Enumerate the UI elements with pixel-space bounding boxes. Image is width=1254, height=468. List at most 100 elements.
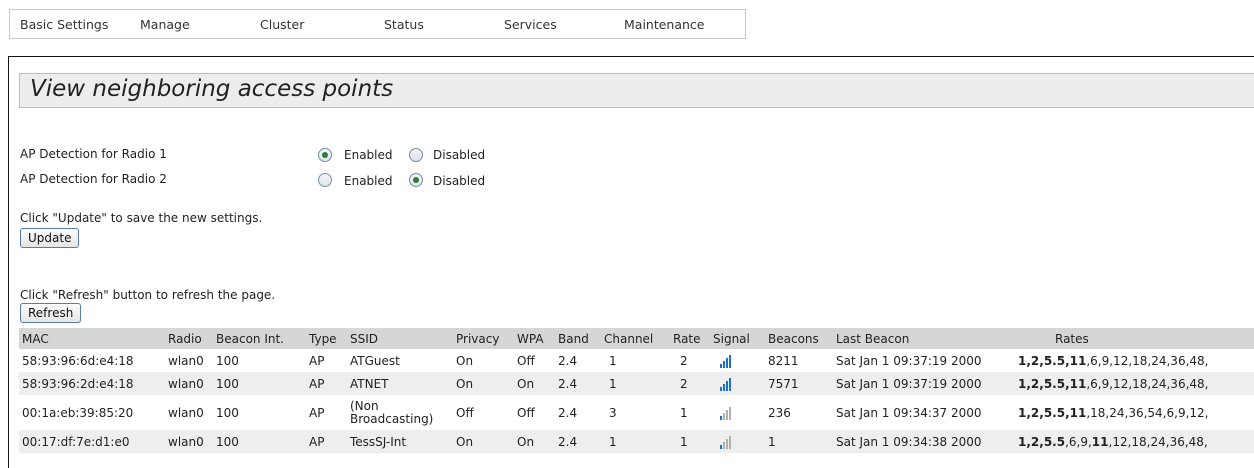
radio1-disabled-label: Disabled bbox=[433, 148, 486, 162]
cell-radio: wlan0 bbox=[168, 405, 204, 420]
cell-rate: 1 bbox=[680, 405, 688, 420]
cell-type: AP bbox=[309, 405, 325, 420]
cell-last-beacon: Sat Jan 1 09:34:38 2000 bbox=[833, 430, 1015, 453]
cell-ssid: ATNET bbox=[347, 372, 453, 395]
signal-bar bbox=[726, 438, 728, 449]
table-row: 58:93:96:2d:e4:18 wlan0 100 AP ATNET On … bbox=[19, 372, 1254, 395]
cell-type: AP bbox=[306, 372, 347, 395]
neighbor-ap-table: MAC Radio Beacon Int. Type SSID Privacy … bbox=[19, 328, 1254, 453]
table-row: 58:93:96:6d:e4:18 wlan0 100 AP ATGuest O… bbox=[19, 349, 1254, 372]
cell-ssid: ATGuest bbox=[350, 353, 400, 368]
tab-cluster[interactable]: Cluster bbox=[260, 17, 304, 32]
cell-rates: 1,2,5.5,11,6,9,12,18,24,36,48, bbox=[1015, 349, 1254, 372]
cell-band: 2.4 bbox=[555, 372, 601, 395]
cell-beacons: 236 bbox=[768, 405, 791, 420]
cell-wpa: On bbox=[514, 372, 555, 395]
cell-rates: 1,2,5.5,6,9,11,12,18,24,36,48, bbox=[1015, 430, 1254, 453]
refresh-button[interactable]: Refresh bbox=[20, 303, 82, 323]
supported-rates: ,6,9, bbox=[1065, 434, 1092, 449]
cell-channel: 3 bbox=[609, 405, 617, 420]
cell-rate: 2 bbox=[680, 353, 688, 368]
page-title-bar: View neighboring access points bbox=[19, 73, 1254, 108]
basic-rates: 1,2,5.5,11 bbox=[1018, 353, 1087, 368]
basic-rates-extra: 11 bbox=[1091, 434, 1109, 449]
radio2-detection-label: AP Detection for Radio 2 bbox=[20, 172, 167, 186]
tab-basic-settings[interactable]: Basic Settings bbox=[20, 17, 108, 32]
signal-bar bbox=[723, 412, 725, 420]
radio2-enabled-radio[interactable] bbox=[318, 173, 332, 187]
col-header-beacons: Beacons bbox=[765, 328, 833, 349]
cell-signal bbox=[710, 395, 765, 430]
tab-services[interactable]: Services bbox=[504, 17, 557, 32]
col-header-ssid: SSID bbox=[347, 328, 453, 349]
table-header-row: MAC Radio Beacon Int. Type SSID Privacy … bbox=[19, 328, 1254, 349]
radio2-disabled-label: Disabled bbox=[433, 174, 486, 188]
signal-bar bbox=[726, 409, 728, 420]
signal-bar bbox=[729, 377, 731, 391]
cell-last-beacon: Sat Jan 1 09:37:19 2000 bbox=[833, 372, 1015, 395]
cell-beacons: 1 bbox=[765, 430, 833, 453]
col-header-band: Band bbox=[555, 328, 601, 349]
cell-wpa: Off bbox=[517, 353, 535, 368]
cell-beacon-int: 100 bbox=[216, 353, 239, 368]
cell-privacy: On bbox=[453, 430, 514, 453]
radio1-enabled-radio[interactable] bbox=[318, 148, 332, 162]
col-header-type: Type bbox=[306, 328, 347, 349]
cell-mac: 00:1a:eb:39:85:20 bbox=[22, 405, 134, 420]
table-row: 00:1a:eb:39:85:20 wlan0 100 AP (Non Broa… bbox=[19, 395, 1254, 430]
tab-maintenance[interactable]: Maintenance bbox=[624, 17, 705, 32]
col-header-radio: Radio bbox=[165, 328, 213, 349]
cell-rates: 1,2,5.5,11,18,24,36,54,6,9,12, bbox=[1015, 395, 1254, 430]
tab-manage[interactable]: Manage bbox=[140, 17, 190, 32]
signal-bar bbox=[723, 441, 725, 449]
supported-rates: ,6,9,12,18,24,36,48, bbox=[1086, 353, 1209, 368]
page-title: View neighboring access points bbox=[30, 76, 394, 102]
cell-channel: 1 bbox=[609, 353, 617, 368]
col-header-privacy: Privacy bbox=[453, 328, 514, 349]
cell-last-beacon: Sat Jan 1 09:34:37 2000 bbox=[836, 405, 982, 420]
cell-privacy: Off bbox=[456, 405, 474, 420]
cell-radio: wlan0 bbox=[165, 372, 213, 395]
cell-privacy: On bbox=[456, 353, 474, 368]
tab-status[interactable]: Status bbox=[384, 17, 424, 32]
signal-strength-icon bbox=[720, 406, 731, 420]
cell-band: 2.4 bbox=[555, 430, 601, 453]
supported-rates: ,18,24,36,54,6,9,12, bbox=[1086, 405, 1209, 420]
cell-rate: 1 bbox=[670, 430, 710, 453]
col-header-channel: Channel bbox=[601, 328, 670, 349]
signal-bar bbox=[729, 354, 731, 368]
cell-band: 2.4 bbox=[558, 405, 578, 420]
cell-type: AP bbox=[306, 430, 347, 453]
cell-beacons: 7571 bbox=[765, 372, 833, 395]
cell-wpa: On bbox=[514, 430, 555, 453]
basic-rates: 1,2,5.5,11 bbox=[1018, 405, 1087, 420]
cell-mac: 00:17:df:7e:d1:e0 bbox=[19, 430, 165, 453]
radio2-enabled-label: Enabled bbox=[344, 174, 393, 188]
basic-rates: 1,2,5.5 bbox=[1018, 434, 1066, 449]
cell-privacy: On bbox=[453, 372, 514, 395]
signal-bar bbox=[723, 360, 725, 368]
cell-band: 2.4 bbox=[558, 353, 578, 368]
cell-signal bbox=[710, 349, 765, 372]
radio2-disabled-radio[interactable] bbox=[409, 173, 423, 187]
cell-wpa: Off bbox=[517, 405, 535, 420]
cell-rate: 2 bbox=[670, 372, 710, 395]
cell-beacon-int: 100 bbox=[216, 405, 239, 420]
cell-rates: 1,2,5.5,11,6,9,12,18,24,36,48, bbox=[1015, 372, 1254, 395]
signal-bar bbox=[720, 363, 722, 368]
update-hint: Click "Update" to save the new settings. bbox=[20, 211, 263, 225]
radio1-disabled-radio[interactable] bbox=[409, 148, 423, 162]
cell-ssid: (Non Broadcasting) bbox=[350, 398, 434, 426]
supported-rates: ,6,9,12,18,24,36,48, bbox=[1086, 376, 1209, 391]
col-header-beacon-int: Beacon Int. bbox=[213, 328, 306, 349]
table-row: 00:17:df:7e:d1:e0 wlan0 100 AP TessSJ-In… bbox=[19, 430, 1254, 453]
cell-channel: 1 bbox=[601, 430, 670, 453]
cell-last-beacon: Sat Jan 1 09:37:19 2000 bbox=[836, 353, 982, 368]
update-button[interactable]: Update bbox=[20, 228, 80, 248]
signal-bar bbox=[720, 415, 722, 420]
cell-channel: 1 bbox=[601, 372, 670, 395]
cell-mac: 58:93:96:6d:e4:18 bbox=[22, 353, 134, 368]
col-header-signal: Signal bbox=[710, 328, 765, 349]
cell-beacons: 8211 bbox=[768, 353, 799, 368]
cell-beacon-int: 100 bbox=[213, 372, 306, 395]
